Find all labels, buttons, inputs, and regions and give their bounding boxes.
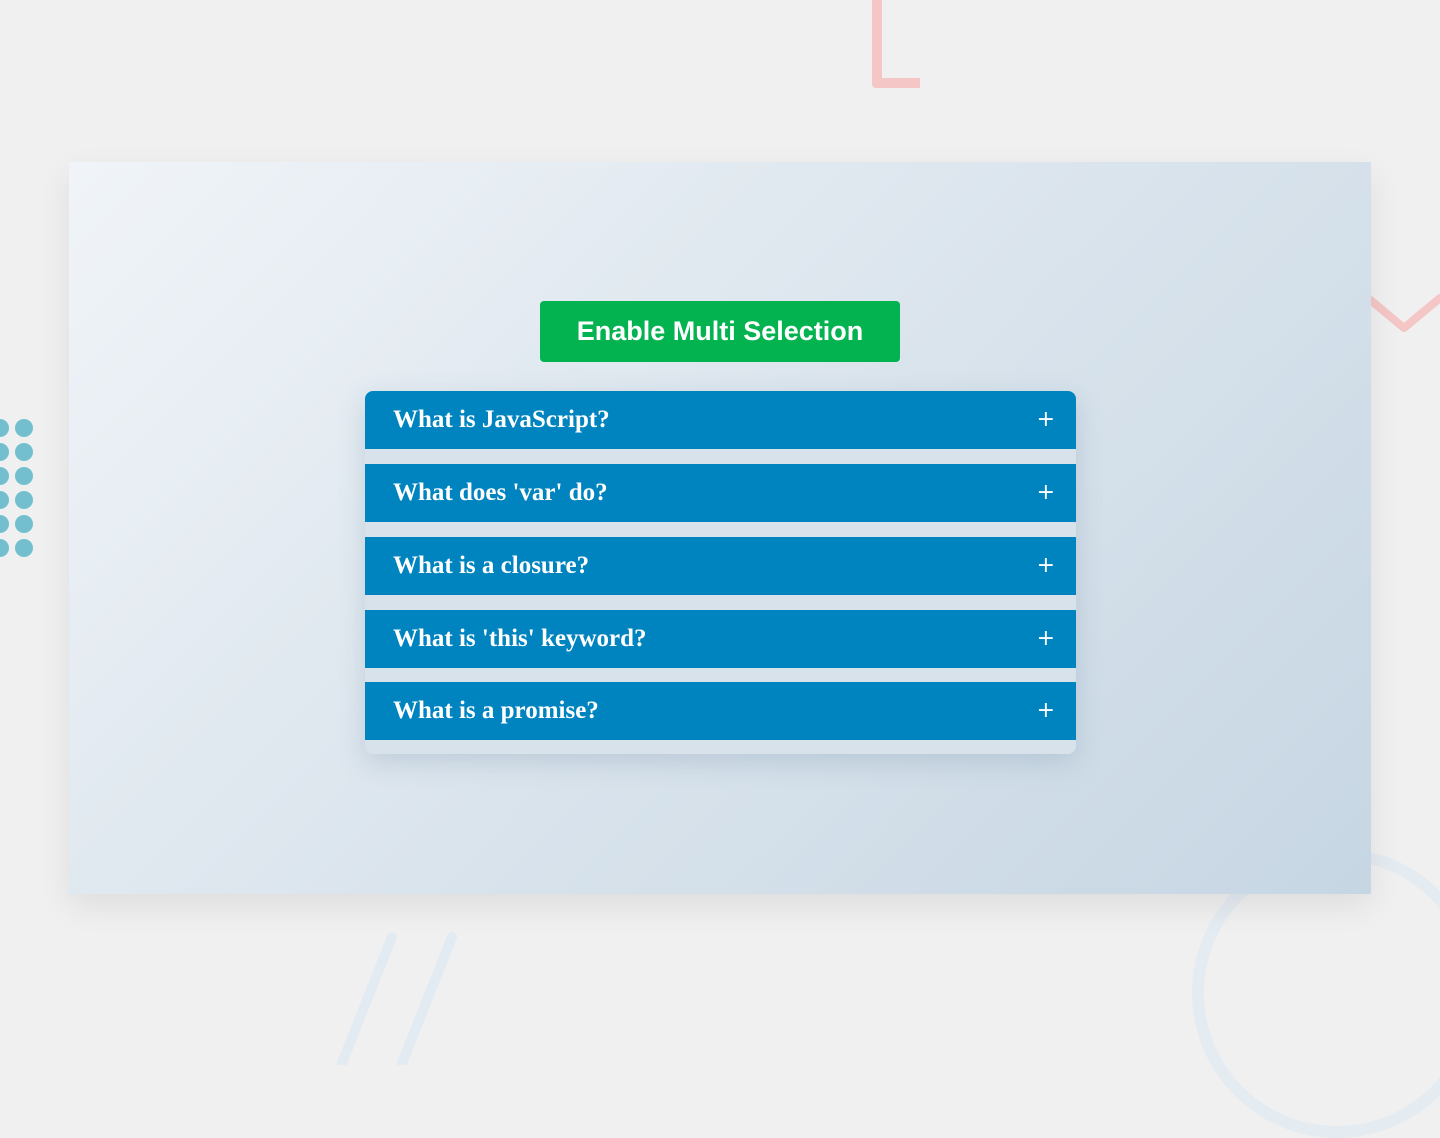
accordion-question: What is 'this' keyword? — [393, 625, 647, 652]
accordion-question: What does 'var' do? — [393, 479, 608, 506]
decorative-dot-grid — [0, 419, 33, 557]
plus-icon[interactable]: + — [1037, 482, 1055, 504]
plus-icon[interactable]: + — [1037, 700, 1055, 722]
plus-icon[interactable]: + — [1037, 409, 1055, 431]
accordion-item[interactable]: What is 'this' keyword? + — [365, 610, 1076, 668]
accordion-item[interactable]: What does 'var' do? + — [365, 464, 1076, 522]
faq-panel: Enable Multi Selection What is JavaScrip… — [69, 162, 1371, 894]
enable-multi-selection-button[interactable]: Enable Multi Selection — [540, 301, 900, 362]
faq-accordion: What is JavaScript? + What does 'var' do… — [365, 391, 1076, 754]
accordion-item[interactable]: What is JavaScript? + — [365, 391, 1076, 449]
plus-icon[interactable]: + — [1037, 628, 1055, 650]
decorative-zigzag — [1366, 294, 1440, 332]
plus-icon[interactable]: + — [1037, 555, 1055, 577]
accordion-item[interactable]: What is a closure? + — [365, 537, 1076, 595]
accordion-question: What is JavaScript? — [393, 406, 610, 433]
accordion-item[interactable]: What is a promise? + — [365, 682, 1076, 740]
accordion-question: What is a promise? — [393, 697, 599, 724]
decorative-slashes — [337, 932, 457, 1065]
decorative-l-shape — [872, 0, 920, 88]
accordion-question: What is a closure? — [393, 552, 590, 579]
